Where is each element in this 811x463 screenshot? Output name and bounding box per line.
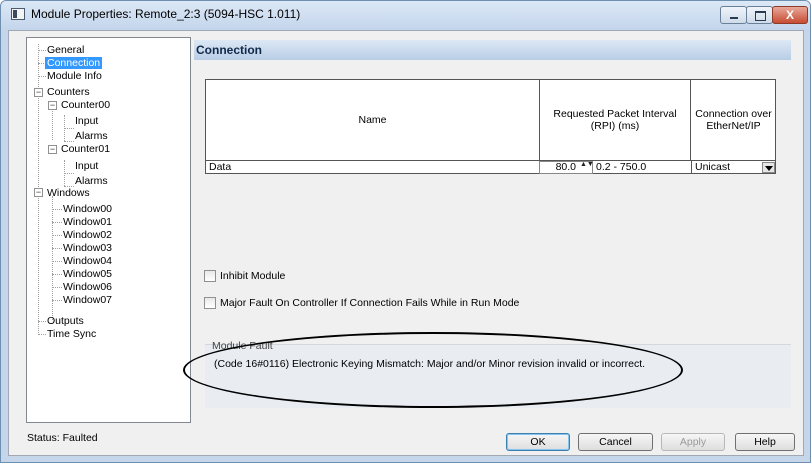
- module-fault-title: Module Fault: [212, 340, 273, 352]
- connection-name-cell: Data: [209, 161, 232, 173]
- connection-table: Name Requested Packet Interval (RPI) (ms…: [205, 79, 776, 174]
- section-header: Connection: [194, 40, 791, 60]
- status-text: Status: Faulted: [27, 432, 98, 444]
- help-button[interactable]: Help: [735, 433, 795, 451]
- collapse-icon[interactable]: −: [34, 88, 43, 97]
- tree-item-label: Window00: [63, 203, 113, 215]
- tree-item-window03[interactable]: Window03: [63, 242, 112, 255]
- tree-connector: [64, 141, 74, 142]
- tree-item-label: Window07: [63, 294, 113, 306]
- window-icon: [11, 8, 25, 20]
- category-tree[interactable]: − − − − General Connection Module Info C…: [26, 37, 191, 423]
- tree-item-counter00-alarms[interactable]: Alarms: [75, 130, 108, 143]
- tree-item-windows[interactable]: Windows: [47, 187, 90, 200]
- tree-item-window05[interactable]: Window05: [63, 268, 112, 281]
- tree-connector: [52, 300, 62, 301]
- tree-connector: [52, 196, 53, 320]
- tree-connector: [64, 173, 74, 174]
- tree-connector: [64, 128, 74, 129]
- ok-button[interactable]: OK: [506, 433, 570, 451]
- tree-connector: [52, 261, 62, 262]
- tree-item-window04[interactable]: Window04: [63, 255, 112, 268]
- rpi-spinner-icon[interactable]: ▲▼: [580, 161, 594, 173]
- tree-connector: [52, 248, 62, 249]
- tree-connector: [52, 287, 62, 288]
- module-fault-text: (Code 16#0116) Electronic Keying Mismatc…: [214, 358, 646, 370]
- tree-item-label: Alarms: [75, 130, 108, 142]
- title-bar[interactable]: Module Properties: Remote_2:3 (5094-HSC …: [1, 1, 810, 29]
- tree-item-counter01[interactable]: Counter01: [61, 143, 110, 156]
- module-properties-window: Module Properties: Remote_2:3 (5094-HSC …: [0, 0, 811, 463]
- major-fault-checkbox[interactable]: [204, 297, 216, 309]
- tree-item-label: Counters: [47, 86, 90, 98]
- inhibit-module-label: Inhibit Module: [220, 270, 286, 282]
- collapse-icon[interactable]: −: [48, 101, 57, 110]
- tree-item-window00[interactable]: Window00: [63, 203, 112, 216]
- tree-item-label: Window01: [63, 216, 113, 228]
- tree-item-general[interactable]: General: [47, 44, 84, 57]
- tree-item-label: Window03: [63, 242, 113, 254]
- tree-item-counter00-input[interactable]: Input: [75, 115, 98, 128]
- tree-connector: [38, 321, 46, 322]
- inhibit-module-checkbox[interactable]: [204, 270, 216, 282]
- major-fault-label: Major Fault On Controller If Connection …: [220, 297, 520, 309]
- collapse-icon[interactable]: −: [34, 188, 43, 197]
- tree-connector: [38, 50, 46, 51]
- tree-connector: [52, 235, 62, 236]
- column-header-name: Name: [206, 80, 540, 160]
- rpi-range: 0.2 - 750.0: [596, 161, 647, 173]
- tree-item-window07[interactable]: Window07: [63, 294, 112, 307]
- tree-item-label: Time Sync: [47, 328, 97, 340]
- tree-item-label: Counter00: [61, 99, 111, 111]
- tree-item-label: Window05: [63, 268, 113, 280]
- tree-connector: [52, 222, 62, 223]
- tree-connector: [52, 209, 62, 210]
- tree-item-label: Counter01: [61, 143, 111, 155]
- tree-item-counter00[interactable]: Counter00: [61, 99, 110, 112]
- tree-item-label: Window02: [63, 229, 113, 241]
- tree-item-counters[interactable]: Counters: [47, 86, 90, 99]
- tree-item-time-sync[interactable]: Time Sync: [47, 328, 96, 341]
- window-title: Module Properties: Remote_2:3 (5094-HSC …: [31, 7, 301, 21]
- tree-item-outputs[interactable]: Outputs: [47, 315, 84, 328]
- tree-connector: [38, 76, 46, 77]
- tree-connector: [52, 274, 62, 275]
- tree-item-label: Input: [75, 160, 99, 172]
- column-header-connection: Connection over EtherNet/IP: [695, 108, 772, 132]
- tree-item-label: Connection: [45, 57, 103, 69]
- tree-item-label: General: [47, 44, 85, 56]
- close-icon: X: [785, 8, 794, 22]
- apply-button[interactable]: Apply: [661, 433, 725, 451]
- tree-item-label: Outputs: [47, 315, 84, 327]
- chevron-down-icon[interactable]: [762, 162, 775, 173]
- tree-item-window02[interactable]: Window02: [63, 229, 112, 242]
- tree-item-label: Window06: [63, 281, 113, 293]
- tree-item-module-info[interactable]: Module Info: [47, 70, 102, 83]
- minimize-button[interactable]: [720, 6, 747, 24]
- tree-item-counter01-input[interactable]: Input: [75, 160, 98, 173]
- cancel-button[interactable]: Cancel: [578, 433, 653, 451]
- column-header-rpi: Requested Packet Interval (RPI) (ms): [540, 80, 691, 160]
- tree-item-label: Module Info: [47, 70, 102, 82]
- tree-item-label: Alarms: [75, 175, 108, 187]
- tree-item-label: Windows: [47, 187, 90, 199]
- module-fault-group: [205, 344, 791, 408]
- tree-item-label: Window04: [63, 255, 113, 267]
- tree-item-window01[interactable]: Window01: [63, 216, 112, 229]
- row-divider: [206, 160, 775, 161]
- tree-connector: [38, 334, 46, 335]
- tree-item-label: Input: [75, 115, 99, 127]
- close-button[interactable]: X: [772, 6, 808, 24]
- tree-item-connection[interactable]: Connection: [45, 57, 103, 70]
- tree-item-window06[interactable]: Window06: [63, 281, 112, 294]
- maximize-button[interactable]: [746, 6, 773, 24]
- collapse-icon[interactable]: −: [48, 145, 57, 154]
